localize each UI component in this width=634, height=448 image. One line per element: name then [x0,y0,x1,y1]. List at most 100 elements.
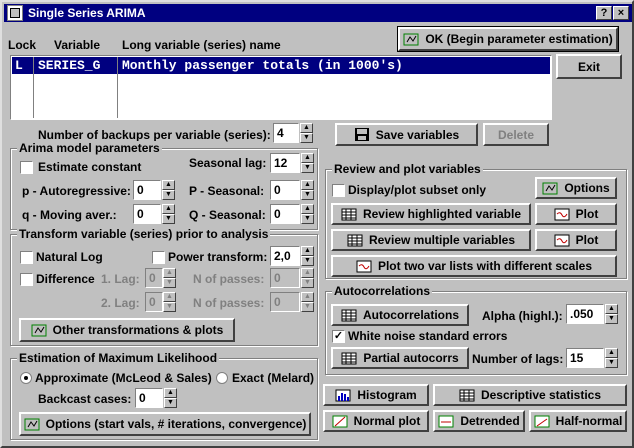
lag1-label: 1. Lag: [101,272,140,286]
spin-up-icon[interactable]: ▲ [163,292,176,302]
alpha-spinner[interactable]: ▲ ▼ [605,304,618,324]
options-icon [24,418,40,431]
detrended-button[interactable]: Detrended [433,410,525,432]
spin-up-icon[interactable]: ▲ [301,153,314,163]
spin-down-icon[interactable]: ▼ [163,302,176,312]
backups-input[interactable]: 4 [273,123,299,143]
passes1-spinner[interactable]: ▲ ▼ [301,268,314,288]
seasonal-lag-input[interactable]: 12 [270,153,300,173]
Q-spinner[interactable]: ▲ ▼ [301,204,314,224]
seasonal-lag-spinner[interactable]: ▲ ▼ [301,153,314,173]
spin-down-icon[interactable]: ▼ [301,256,314,266]
autocorr-title: Autocorrelations [332,284,433,298]
title-bar: Single Series ARIMA ? × [4,4,632,22]
passes2-spinner[interactable]: ▲ ▼ [301,292,314,312]
passes2-input[interactable]: 0 [270,292,300,312]
p-spinner[interactable]: ▲ ▼ [162,180,175,200]
white-noise-checkbox[interactable]: ✓ [332,330,345,343]
estimate-constant-checkbox[interactable] [20,161,33,174]
p-input[interactable]: 0 [133,180,161,200]
spin-up-icon[interactable]: ▲ [605,348,618,358]
ok-button[interactable]: OK (Begin parameter estimation) [397,26,619,52]
spin-up-icon[interactable]: ▲ [301,268,314,278]
spin-up-icon[interactable]: ▲ [605,304,618,314]
spin-up-icon[interactable]: ▲ [162,204,175,214]
spin-down-icon[interactable]: ▼ [301,302,314,312]
partial-autocorrs-button[interactable]: Partial autocorrs [331,347,469,369]
list-item[interactable]: L SERIES_G Monthly passenger totals (in … [12,57,550,74]
exit-button[interactable]: Exit [556,54,622,79]
lag1-spinner[interactable]: ▲ ▼ [163,268,176,288]
exact-radio[interactable] [216,372,228,384]
spin-down-icon[interactable]: ▼ [162,190,175,200]
histogram-button[interactable]: Histogram [323,384,429,406]
white-noise-label: White noise standard errors [348,329,508,343]
half-normal-button[interactable]: Half-normal [529,410,627,432]
natural-log-checkbox[interactable] [20,251,33,264]
spin-up-icon[interactable]: ▲ [301,246,314,256]
backups-spinner[interactable]: ▲ ▼ [300,123,313,143]
row-long-name: Monthly passenger totals (in 1000's) [122,58,403,73]
approximate-radio[interactable] [20,372,32,384]
passes1-input[interactable]: 0 [270,268,300,288]
plot-button-2[interactable]: Plot [535,229,617,251]
Q-input[interactable]: 0 [270,204,300,224]
q-spinner[interactable]: ▲ ▼ [162,204,175,224]
spin-down-icon[interactable]: ▼ [605,314,618,324]
spin-up-icon[interactable]: ▲ [164,388,177,398]
review-options-button[interactable]: Options [535,177,617,199]
display-subset-label: Display/plot subset only [348,183,487,197]
transform-title: Transform variable (series) prior to ana… [17,227,271,241]
spin-down-icon[interactable]: ▼ [162,214,175,224]
col-variable-header: Variable [54,38,101,52]
lag1-input[interactable]: 0 [145,268,163,288]
plot-label-1: Plot [575,207,599,221]
power-value-input[interactable]: 2,0 [270,246,300,266]
spin-up-icon[interactable]: ▲ [301,292,314,302]
review-highlighted-button[interactable]: Review highlighted variable [331,203,531,225]
nlags-input[interactable]: 15 [566,348,604,368]
descriptive-statistics-button[interactable]: Descriptive statistics [433,384,627,406]
estimation-options-button[interactable]: Options (start vals, # iterations, conve… [19,412,311,436]
arima-dialog: Single Series ARIMA ? × Lock Variable Lo… [0,0,634,448]
spin-down-icon[interactable]: ▼ [605,358,618,368]
difference-checkbox[interactable] [20,273,33,286]
spin-up-icon[interactable]: ▲ [300,123,313,133]
q-label: q - Moving aver.: [22,208,117,222]
power-transform-checkbox[interactable] [152,251,165,264]
spin-down-icon[interactable]: ▼ [301,278,314,288]
q-input[interactable]: 0 [133,204,161,224]
app-icon[interactable] [7,5,23,21]
review-multiple-button[interactable]: Review multiple variables [331,229,531,251]
spin-down-icon[interactable]: ▼ [163,278,176,288]
lag2-input[interactable]: 0 [145,292,163,312]
variable-list[interactable]: L SERIES_G Monthly passenger totals (in … [10,55,552,120]
close-button[interactable]: × [613,6,629,20]
spin-up-icon[interactable]: ▲ [301,180,314,190]
delete-button[interactable]: Delete [483,123,549,146]
normal-plot-button[interactable]: Normal plot [323,410,429,432]
spin-down-icon[interactable]: ▼ [300,133,313,143]
P-input[interactable]: 0 [270,180,300,200]
other-transformations-button[interactable]: Other transformations & plots [19,318,235,342]
spin-up-icon[interactable]: ▲ [163,268,176,278]
power-spinner[interactable]: ▲ ▼ [301,246,314,266]
nlags-spinner[interactable]: ▲ ▼ [605,348,618,368]
backcast-spinner[interactable]: ▲ ▼ [164,388,177,408]
alpha-input[interactable]: .050 [566,304,604,324]
spin-up-icon[interactable]: ▲ [301,204,314,214]
spin-down-icon[interactable]: ▼ [301,190,314,200]
plot-two-lists-button[interactable]: Plot two var lists with different scales [331,255,617,277]
backcast-input[interactable]: 0 [135,388,163,408]
plot-button-1[interactable]: Plot [535,203,617,225]
save-variables-button[interactable]: Save variables [335,123,478,146]
spin-down-icon[interactable]: ▼ [164,398,177,408]
lag2-spinner[interactable]: ▲ ▼ [163,292,176,312]
spin-up-icon[interactable]: ▲ [162,180,175,190]
P-spinner[interactable]: ▲ ▼ [301,180,314,200]
spin-down-icon[interactable]: ▼ [301,163,314,173]
spin-down-icon[interactable]: ▼ [301,214,314,224]
help-button[interactable]: ? [596,6,612,20]
autocorrelations-button[interactable]: Autocorrelations [331,304,469,326]
display-subset-checkbox[interactable] [332,184,345,197]
